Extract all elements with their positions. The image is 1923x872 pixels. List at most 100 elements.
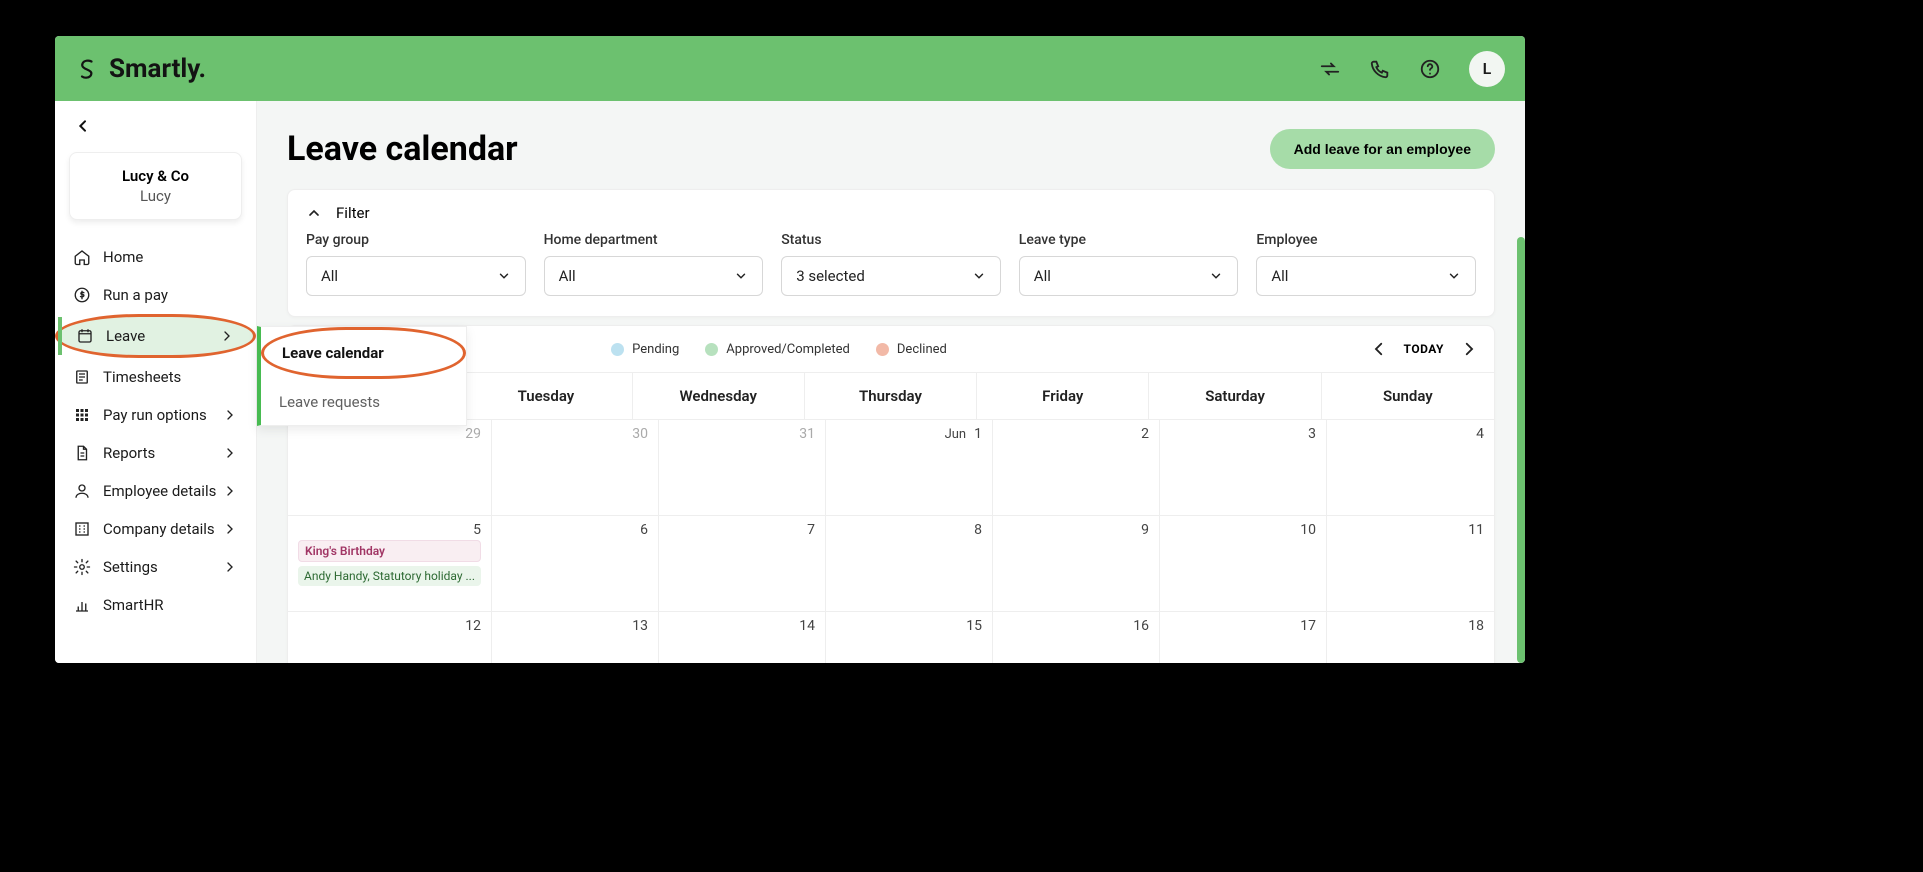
calendar-cell[interactable]: 3 bbox=[1160, 420, 1327, 516]
weekday-label: Wednesday bbox=[633, 372, 805, 420]
filter-label-home-department: Home department bbox=[544, 232, 764, 248]
calendar-cell[interactable]: 4 bbox=[1327, 420, 1494, 516]
scroll-accent bbox=[1517, 237, 1525, 663]
calendar-cell[interactable]: 16 bbox=[993, 612, 1160, 663]
submenu-item-leave-calendar[interactable]: Leave calendar bbox=[261, 327, 466, 379]
filter-select-employee[interactable]: All bbox=[1256, 256, 1476, 296]
calendar-event[interactable]: Andy Handy, Statutory holiday ... bbox=[298, 566, 481, 586]
chevron-down-icon bbox=[734, 269, 748, 283]
next-button[interactable] bbox=[1460, 340, 1478, 358]
calendar-event[interactable]: King's Birthday bbox=[298, 540, 481, 562]
sidebar-item-label: Leave bbox=[106, 327, 145, 345]
calendar-date: 30 bbox=[632, 426, 648, 442]
sidebar-item-home[interactable]: Home bbox=[55, 238, 256, 276]
sidebar-item-run-a-pay[interactable]: Run a pay bbox=[55, 276, 256, 314]
weekday-label: Saturday bbox=[1149, 372, 1321, 420]
chevron-down-icon bbox=[1447, 269, 1461, 283]
sidebar-item-pay-run-options[interactable]: Pay run options bbox=[55, 396, 256, 434]
today-button[interactable]: TODAY bbox=[1404, 342, 1444, 356]
filter-label: Filter bbox=[336, 204, 370, 222]
calendar-cell[interactable]: 30 bbox=[492, 420, 659, 516]
company-name: Lucy & Co bbox=[80, 167, 231, 185]
calendar-cell[interactable]: 18 bbox=[1327, 612, 1494, 663]
calendar-date: 29 bbox=[465, 426, 481, 442]
brand-logo-icon bbox=[75, 57, 99, 81]
calendar-cell[interactable]: 10 bbox=[1160, 516, 1327, 612]
sidebar: Lucy & Co Lucy HomeRun a payLeaveTimeshe… bbox=[55, 101, 257, 663]
add-leave-button[interactable]: Add leave for an employee bbox=[1270, 129, 1495, 169]
calendar-cell[interactable]: 6 bbox=[492, 516, 659, 612]
swap-icon[interactable] bbox=[1319, 58, 1341, 80]
calendar-cell[interactable]: 29 bbox=[288, 420, 492, 516]
calendar-cell[interactable]: 14 bbox=[659, 612, 826, 663]
sidebar-item-smarthr[interactable]: SmartHR bbox=[55, 586, 256, 624]
brand-name: Smartly. bbox=[109, 54, 206, 84]
avatar-letter: L bbox=[1483, 59, 1492, 78]
sidebar-item-leave[interactable]: Leave bbox=[55, 314, 256, 358]
calendar-toolbar: WEEK MONTH Pending Approved/Completed De… bbox=[288, 326, 1494, 372]
sidebar-item-label: SmartHR bbox=[103, 596, 164, 614]
avatar-button[interactable]: L bbox=[1469, 51, 1505, 87]
calendar-date: 17 bbox=[1300, 618, 1316, 634]
sidebar-item-company-details[interactable]: Company details bbox=[55, 510, 256, 548]
sidebar-item-label: Timesheets bbox=[103, 368, 181, 386]
phone-icon[interactable] bbox=[1369, 58, 1391, 80]
sidebar-item-employee-details[interactable]: Employee details bbox=[55, 472, 256, 510]
filter-label-employee: Employee bbox=[1256, 232, 1476, 248]
calendar-cell[interactable]: 2 bbox=[993, 420, 1160, 516]
chart-icon bbox=[73, 596, 91, 614]
sidebar-item-label: Reports bbox=[103, 444, 155, 462]
apps-icon bbox=[73, 406, 91, 424]
timesheet-icon bbox=[73, 368, 91, 386]
calendar-cell[interactable]: Jun1 bbox=[826, 420, 993, 516]
calendar-date: 18 bbox=[1468, 618, 1484, 634]
filter-select-status[interactable]: 3 selected bbox=[781, 256, 1001, 296]
report-icon bbox=[73, 444, 91, 462]
calendar-date: 15 bbox=[966, 618, 982, 634]
weekday-label: Friday bbox=[977, 372, 1149, 420]
filter-select-home-department[interactable]: All bbox=[544, 256, 764, 296]
calendar-cell[interactable]: 11 bbox=[1327, 516, 1494, 612]
calendar-cell[interactable]: 12 bbox=[288, 612, 492, 663]
prev-button[interactable] bbox=[1370, 340, 1388, 358]
calendar-date: 13 bbox=[632, 618, 648, 634]
chevron-right-icon bbox=[222, 407, 238, 423]
calendar-icon bbox=[76, 327, 94, 345]
help-icon[interactable] bbox=[1419, 58, 1441, 80]
sidebar-item-label: Employee details bbox=[103, 482, 216, 500]
calendar-date: 10 bbox=[1300, 522, 1316, 538]
filter-toggle[interactable]: Filter bbox=[306, 204, 1476, 222]
weekday-label: Thursday bbox=[805, 372, 977, 420]
dollar-icon bbox=[73, 286, 91, 304]
calendar-date: 6 bbox=[640, 522, 648, 538]
calendar-date: 16 bbox=[1133, 618, 1149, 634]
filter-label-status: Status bbox=[781, 232, 1001, 248]
calendar-cell[interactable]: 7 bbox=[659, 516, 826, 612]
legend-declined: Declined bbox=[876, 342, 947, 357]
filter-select-pay-group[interactable]: All bbox=[306, 256, 526, 296]
calendar-cell[interactable]: 13 bbox=[492, 612, 659, 663]
filter-label-leave-type: Leave type bbox=[1019, 232, 1239, 248]
calendar-date: 14 bbox=[799, 618, 815, 634]
sidebar-item-reports[interactable]: Reports bbox=[55, 434, 256, 472]
calendar-cell[interactable]: 31 bbox=[659, 420, 826, 516]
chevron-right-icon bbox=[222, 483, 238, 499]
calendar-date: 3 bbox=[1308, 426, 1316, 442]
calendar-date: 31 bbox=[799, 426, 815, 442]
back-button[interactable] bbox=[55, 111, 256, 144]
sidebar-item-settings[interactable]: Settings bbox=[55, 548, 256, 586]
calendar-date: 11 bbox=[1468, 522, 1484, 538]
dot-approved-icon bbox=[705, 343, 718, 356]
submenu-item-leave-requests[interactable]: Leave requests bbox=[261, 379, 466, 425]
sidebar-item-timesheets[interactable]: Timesheets bbox=[55, 358, 256, 396]
calendar-cell[interactable]: 9 bbox=[993, 516, 1160, 612]
calendar-cell[interactable]: 15 bbox=[826, 612, 993, 663]
filter-select-leave-type[interactable]: All bbox=[1019, 256, 1239, 296]
leave-submenu: Leave calendarLeave requests bbox=[257, 326, 467, 426]
dot-declined-icon bbox=[876, 343, 889, 356]
dot-pending-icon bbox=[611, 343, 624, 356]
calendar-cell[interactable]: 5King's BirthdayAndy Handy, Statutory ho… bbox=[288, 516, 492, 612]
calendar-date: 9 bbox=[1141, 522, 1149, 538]
calendar-cell[interactable]: 17 bbox=[1160, 612, 1327, 663]
calendar-cell[interactable]: 8 bbox=[826, 516, 993, 612]
